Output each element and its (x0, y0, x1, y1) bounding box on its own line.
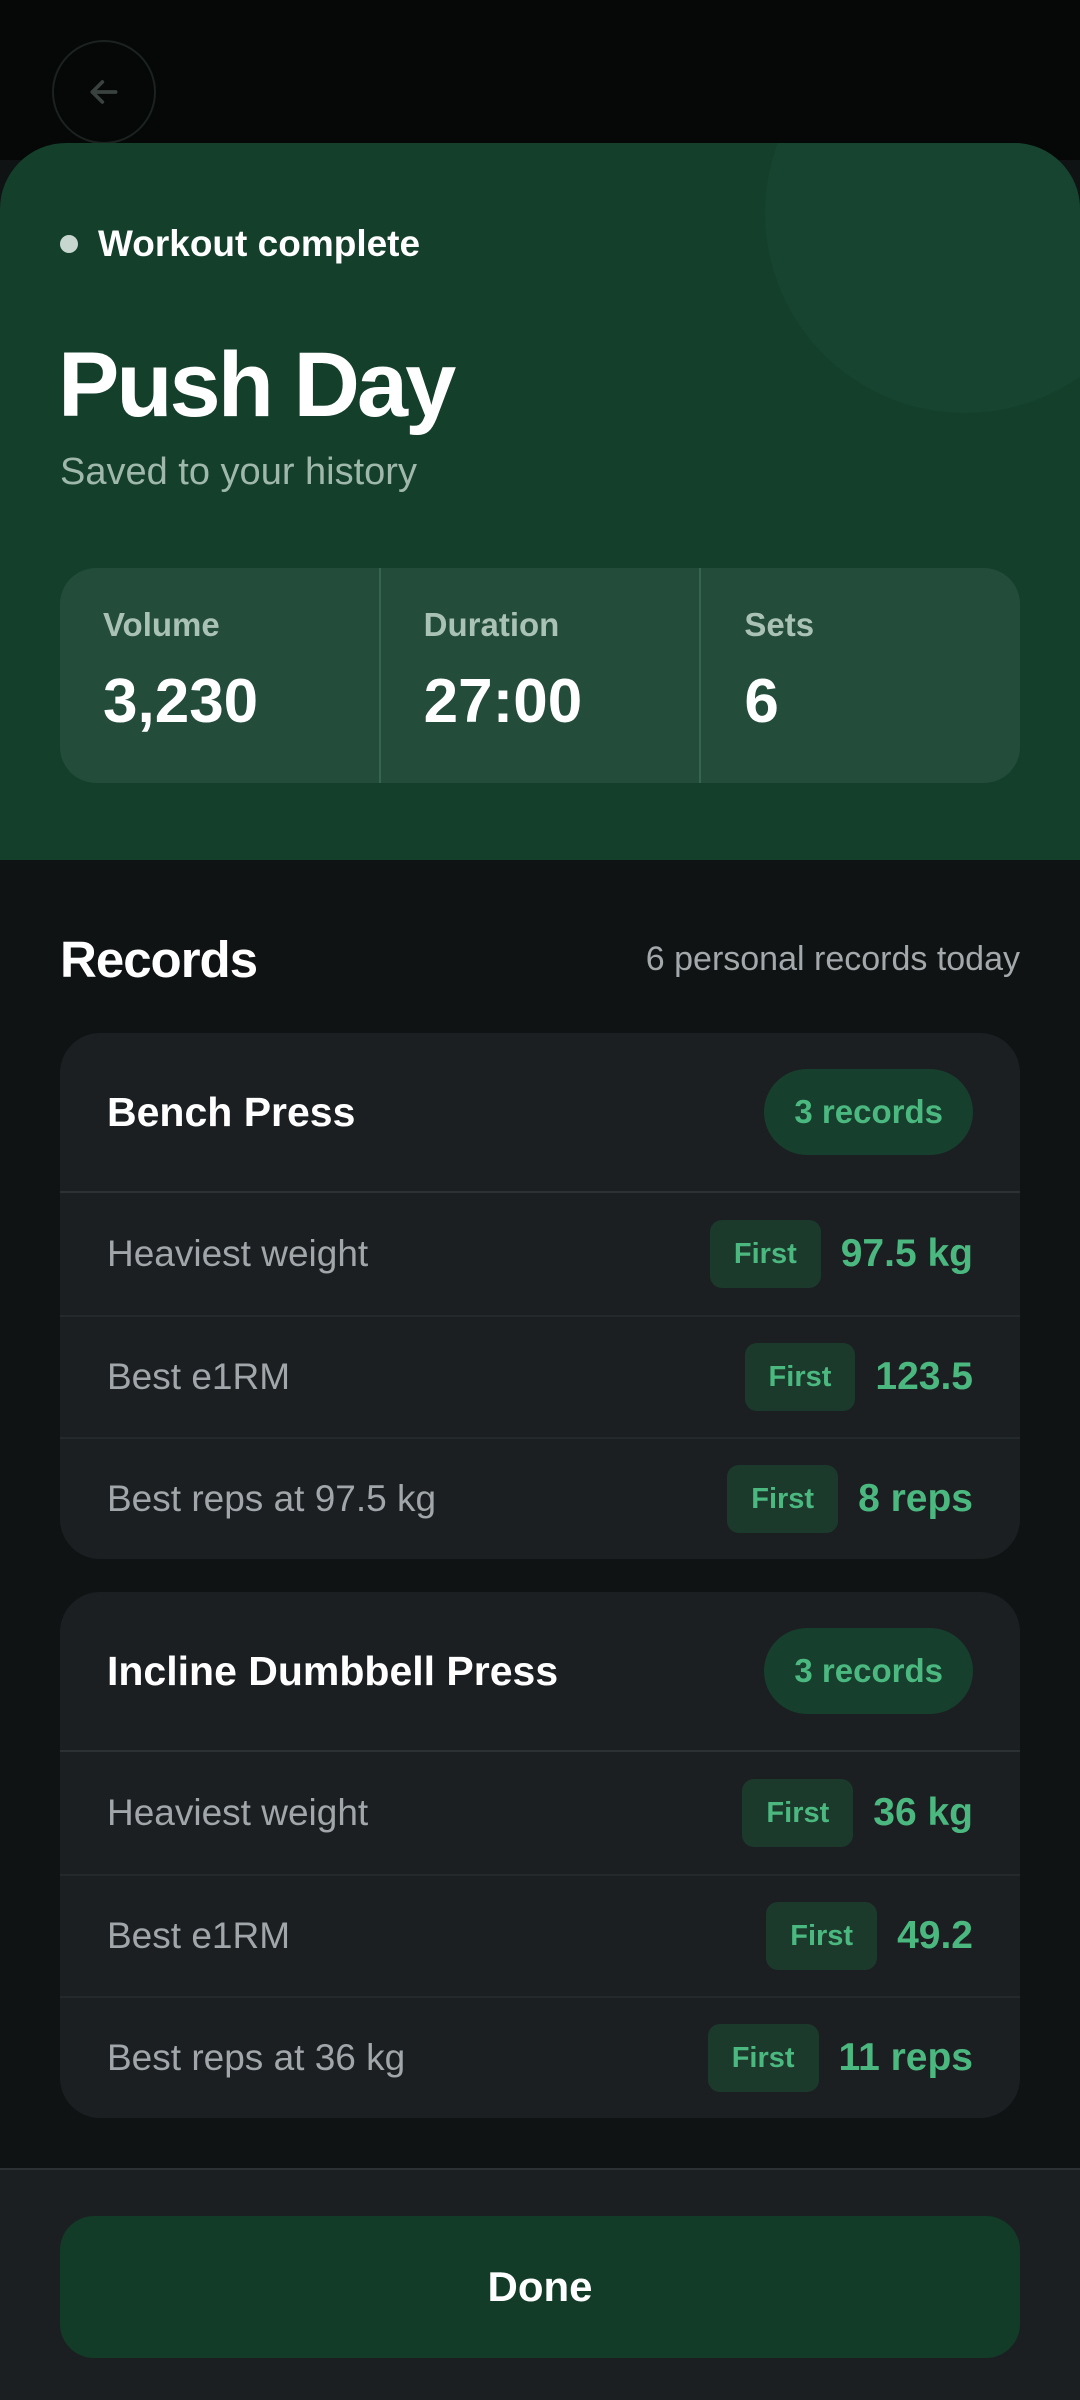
record-label: Best e1RM (107, 1356, 291, 1397)
record-row: Best reps at 36 kg First 11 reps (60, 1996, 1020, 2118)
record-label: Best reps at 97.5 kg (107, 1478, 437, 1519)
first-badge: First (744, 1343, 856, 1411)
record-count-badge: 3 records (764, 1069, 973, 1155)
workout-title: Push Day (58, 334, 456, 436)
first-badge: First (742, 1779, 854, 1847)
record-row: Best e1RM First 123.5 (60, 1315, 1020, 1437)
records-header: Records 6 personal records today (60, 930, 1020, 989)
card-header: Incline Dumbbell Press 3 records (60, 1592, 1020, 1752)
stat-label: Sets (744, 606, 815, 643)
record-row: Heaviest weight First 97.5 kg (60, 1193, 1020, 1315)
exercise-card-incline-dumbbell-press: Incline Dumbbell Press 3 records Heavies… (60, 1592, 1020, 2118)
stats-panel: Volume 3,230 Duration 27:00 Sets 6 (60, 568, 1020, 783)
stat-duration: Duration 27:00 (378, 568, 700, 783)
first-badge: First (709, 1220, 821, 1288)
workout-subtitle: Saved to your history (60, 451, 417, 493)
stat-value: 27:00 (423, 667, 583, 736)
record-label: Best e1RM (107, 1915, 291, 1956)
record-value: 11 reps (838, 2036, 973, 2079)
records-summary: 6 personal records today (645, 940, 1020, 978)
status-text: Workout complete (98, 223, 421, 264)
back-button[interactable] (52, 40, 156, 144)
record-value: 36 kg (873, 1791, 973, 1834)
exercise-name: Incline Dumbbell Press (107, 1647, 559, 1694)
record-label: Heaviest weight (107, 1233, 369, 1274)
record-value: 8 reps (858, 1477, 973, 1520)
stat-label: Volume (103, 606, 220, 643)
records-title: Records (60, 931, 258, 988)
record-row: Heaviest weight First 36 kg (60, 1752, 1020, 1874)
done-button[interactable]: Done (60, 2216, 1020, 2358)
record-value: 97.5 kg (840, 1232, 973, 1275)
status-dot-icon (60, 235, 78, 253)
record-count-badge: 3 records (764, 1628, 973, 1714)
decorative-circle (765, 143, 1080, 413)
record-label: Heaviest weight (107, 1792, 369, 1833)
record-label: Best reps at 36 kg (107, 2037, 406, 2078)
stat-value: 3,230 (103, 667, 259, 736)
stat-sets: Sets 6 (699, 568, 1020, 783)
first-badge: First (707, 2024, 819, 2092)
stat-volume: Volume 3,230 (60, 568, 379, 783)
card-header: Bench Press 3 records (60, 1033, 1020, 1193)
footer-bar: Done (0, 2168, 1080, 2400)
stat-label: Duration (423, 606, 560, 643)
first-badge: First (727, 1465, 839, 1533)
record-row: Best e1RM First 49.2 (60, 1874, 1020, 1996)
summary-hero: Workout complete Push Day Saved to your … (0, 143, 1080, 860)
first-badge: First (766, 1902, 878, 1970)
stat-value: 6 (744, 667, 779, 736)
arrow-left-icon (90, 80, 118, 104)
record-value: 123.5 (875, 1355, 973, 1398)
top-bar (0, 0, 1080, 160)
record-value: 49.2 (897, 1914, 973, 1957)
record-row: Best reps at 97.5 kg First 8 reps (60, 1437, 1020, 1559)
exercise-card-bench-press: Bench Press 3 records Heaviest weight Fi… (60, 1033, 1020, 1559)
exercise-name: Bench Press (107, 1088, 356, 1135)
status-row: Workout complete (60, 223, 420, 265)
